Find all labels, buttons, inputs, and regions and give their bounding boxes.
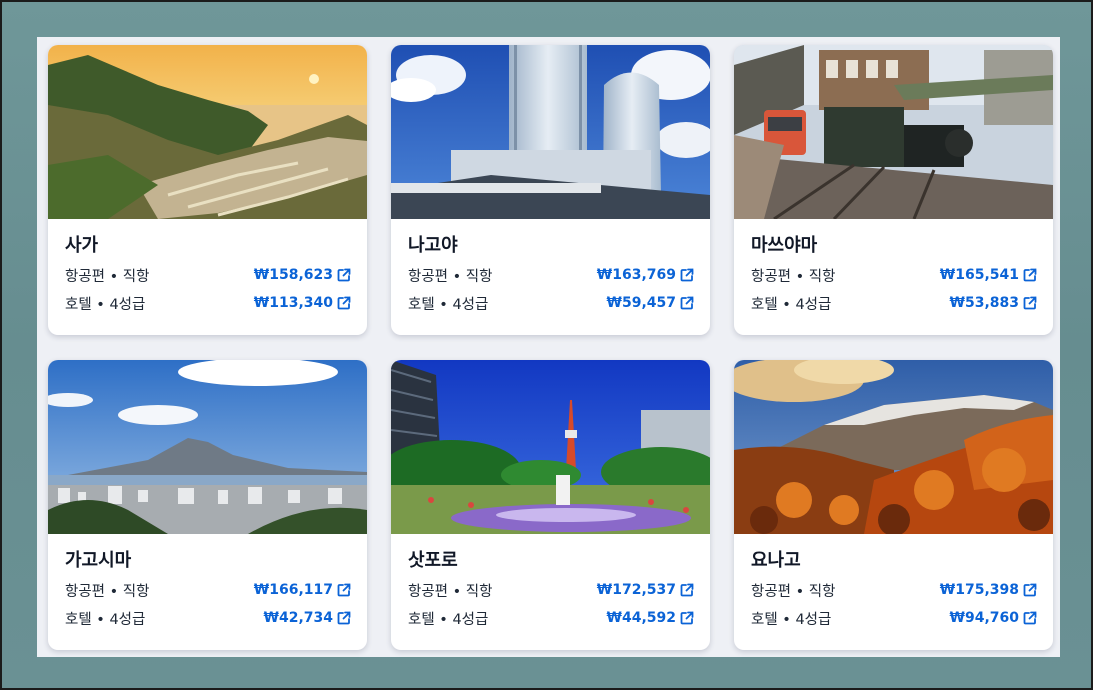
destination-photo[interactable] bbox=[734, 360, 1053, 534]
city-name: 요나고 bbox=[751, 550, 801, 571]
destination-photo[interactable] bbox=[48, 45, 367, 219]
flight-price: ₩172,537 bbox=[596, 582, 676, 598]
flight-row: 항공편 • 직항 ₩172,537 bbox=[408, 576, 694, 604]
flight-label: 항공편 • 직항 bbox=[751, 268, 836, 285]
flight-label: 항공편 • 직항 bbox=[408, 583, 493, 600]
external-link-icon bbox=[1023, 611, 1037, 625]
external-link-icon bbox=[1023, 583, 1037, 597]
city-name: 사가 bbox=[65, 235, 99, 256]
hotel-price: ₩59,457 bbox=[606, 295, 676, 311]
hotel-price-link[interactable]: ₩94,760 bbox=[950, 610, 1037, 626]
volcano-city-image bbox=[48, 360, 367, 534]
flight-label: 항공편 • 직항 bbox=[751, 583, 836, 600]
botchan-train-image bbox=[734, 45, 1053, 219]
destinations-panel: 사가 항공편 • 직항 ₩158,623 호텔 • 4성급 ₩113,340 나… bbox=[37, 37, 1060, 657]
destination-card-nagoya[interactable]: 나고야 항공편 • 직항 ₩163,769 호텔 • 4성급 ₩59,457 bbox=[391, 45, 710, 335]
flight-price: ₩158,623 bbox=[253, 267, 333, 283]
autumn-mountain-image bbox=[734, 360, 1053, 534]
hotel-row: 호텔 • 4성급 ₩42,734 bbox=[65, 604, 351, 632]
flight-price: ₩166,117 bbox=[253, 582, 333, 598]
hotel-price: ₩113,340 bbox=[253, 295, 333, 311]
hotel-price-link[interactable]: ₩53,883 bbox=[950, 295, 1037, 311]
flight-price: ₩165,541 bbox=[939, 267, 1019, 283]
hotel-label: 호텔 • 4성급 bbox=[408, 296, 489, 313]
external-link-icon bbox=[1023, 296, 1037, 310]
flight-price: ₩163,769 bbox=[596, 267, 676, 283]
hotel-price-link[interactable]: ₩42,734 bbox=[264, 610, 351, 626]
flight-row: 항공편 • 직항 ₩166,117 bbox=[65, 576, 351, 604]
hotel-price: ₩44,592 bbox=[606, 610, 676, 626]
hotel-price-link[interactable]: ₩59,457 bbox=[607, 295, 694, 311]
hotel-label: 호텔 • 4성급 bbox=[751, 611, 832, 628]
destination-photo[interactable] bbox=[391, 45, 710, 219]
hotel-price: ₩42,734 bbox=[263, 610, 333, 626]
destination-card-saga[interactable]: 사가 항공편 • 직항 ₩158,623 호텔 • 4성급 ₩113,340 bbox=[48, 45, 367, 335]
station-towers-image bbox=[391, 45, 710, 219]
hotel-label: 호텔 • 4성급 bbox=[408, 611, 489, 628]
external-link-icon bbox=[1023, 268, 1037, 282]
external-link-icon bbox=[337, 268, 351, 282]
external-link-icon bbox=[680, 611, 694, 625]
flight-price-link[interactable]: ₩172,537 bbox=[597, 582, 694, 598]
flight-row: 항공편 • 직항 ₩163,769 bbox=[408, 261, 694, 289]
flight-price-link[interactable]: ₩163,769 bbox=[597, 267, 694, 283]
flight-row: 항공편 • 직항 ₩175,398 bbox=[751, 576, 1037, 604]
flight-row: 항공편 • 직항 ₩165,541 bbox=[751, 261, 1037, 289]
destination-card-matsuyama[interactable]: 마쓰야마 항공편 • 직항 ₩165,541 호텔 • 4성급 ₩53,883 bbox=[734, 45, 1053, 335]
external-link-icon bbox=[337, 296, 351, 310]
destination-photo[interactable] bbox=[391, 360, 710, 534]
sunset-rice-terraces-image bbox=[48, 45, 367, 219]
destination-photo[interactable] bbox=[48, 360, 367, 534]
city-name: 가고시마 bbox=[65, 550, 132, 571]
external-link-icon bbox=[680, 296, 694, 310]
city-name: 마쓰야마 bbox=[751, 235, 818, 256]
city-name: 삿포로 bbox=[408, 550, 458, 571]
screenshot-frame: 사가 항공편 • 직항 ₩158,623 호텔 • 4성급 ₩113,340 나… bbox=[0, 0, 1093, 690]
destination-grid: 사가 항공편 • 직항 ₩158,623 호텔 • 4성급 ₩113,340 나… bbox=[48, 45, 1053, 650]
hotel-row: 호텔 • 4성급 ₩113,340 bbox=[65, 289, 351, 317]
destination-card-yonago[interactable]: 요나고 항공편 • 직항 ₩175,398 호텔 • 4성급 ₩94,760 bbox=[734, 360, 1053, 650]
hotel-row: 호텔 • 4성급 ₩94,760 bbox=[751, 604, 1037, 632]
hotel-price-link[interactable]: ₩113,340 bbox=[254, 295, 351, 311]
flight-label: 항공편 • 직항 bbox=[65, 583, 150, 600]
hotel-price: ₩94,760 bbox=[949, 610, 1019, 626]
external-link-icon bbox=[680, 268, 694, 282]
hotel-row: 호텔 • 4성급 ₩53,883 bbox=[751, 289, 1037, 317]
flight-price-link[interactable]: ₩158,623 bbox=[254, 267, 351, 283]
external-link-icon bbox=[337, 611, 351, 625]
flight-price: ₩175,398 bbox=[939, 582, 1019, 598]
hotel-row: 호텔 • 4성급 ₩59,457 bbox=[408, 289, 694, 317]
flight-price-link[interactable]: ₩166,117 bbox=[254, 582, 351, 598]
external-link-icon bbox=[680, 583, 694, 597]
hotel-row: 호텔 • 4성급 ₩44,592 bbox=[408, 604, 694, 632]
city-name: 나고야 bbox=[408, 235, 458, 256]
tv-tower-park-image bbox=[391, 360, 710, 534]
hotel-price-link[interactable]: ₩44,592 bbox=[607, 610, 694, 626]
hotel-label: 호텔 • 4성급 bbox=[751, 296, 832, 313]
flight-row: 항공편 • 직항 ₩158,623 bbox=[65, 261, 351, 289]
destination-card-kagoshima[interactable]: 가고시마 항공편 • 직항 ₩166,117 호텔 • 4성급 ₩42,734 bbox=[48, 360, 367, 650]
external-link-icon bbox=[337, 583, 351, 597]
flight-label: 항공편 • 직항 bbox=[65, 268, 150, 285]
flight-price-link[interactable]: ₩175,398 bbox=[940, 582, 1037, 598]
hotel-label: 호텔 • 4성급 bbox=[65, 296, 146, 313]
flight-label: 항공편 • 직항 bbox=[408, 268, 493, 285]
flight-price-link[interactable]: ₩165,541 bbox=[940, 267, 1037, 283]
hotel-label: 호텔 • 4성급 bbox=[65, 611, 146, 628]
destination-card-sapporo[interactable]: 삿포로 항공편 • 직항 ₩172,537 호텔 • 4성급 ₩44,592 bbox=[391, 360, 710, 650]
destination-photo[interactable] bbox=[734, 45, 1053, 219]
hotel-price: ₩53,883 bbox=[949, 295, 1019, 311]
